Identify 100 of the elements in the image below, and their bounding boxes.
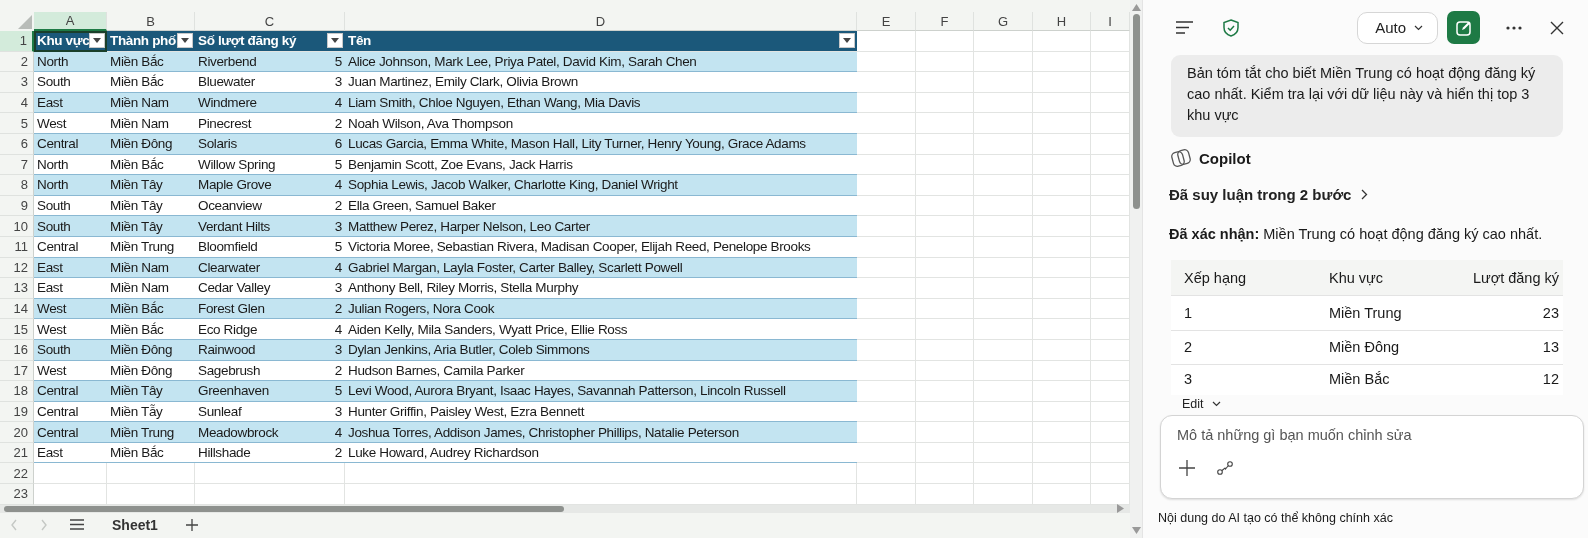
table-cell: Clearwater xyxy=(198,259,260,275)
horizontal-scrollbar-thumb[interactable] xyxy=(4,505,564,512)
reasoning-link[interactable]: Đã suy luận trong 2 bước xyxy=(1169,186,1369,203)
new-chat-button[interactable] xyxy=(1447,11,1480,44)
column-header[interactable]: D xyxy=(345,12,857,31)
message-input[interactable]: Mô tả những gì bạn muốn chỉnh sửa xyxy=(1177,420,1569,450)
more-options-icon[interactable] xyxy=(1506,25,1522,30)
table-cell: 5 xyxy=(334,53,342,69)
message-composer[interactable]: Mô tả những gì bạn muốn chỉnh sửa xyxy=(1160,415,1584,499)
copilot-logo-icon xyxy=(1171,148,1191,168)
table-cell: Miền Bắc xyxy=(110,156,164,172)
table-cell: Matthew Perez, Harper Nelson, Leo Carter xyxy=(348,218,590,234)
next-sheet-icon[interactable] xyxy=(40,518,48,531)
menu-icon[interactable] xyxy=(70,519,84,531)
table-cell: 4 xyxy=(334,424,342,440)
column-header[interactable]: C xyxy=(195,12,345,31)
table-cell: Alice Johnson, Mark Lee, Priya Patel, David Kim, Sarah Chen xyxy=(348,53,697,69)
sheet-tab[interactable]: Sheet1 xyxy=(106,514,164,535)
row-header[interactable]: 12 xyxy=(0,257,34,279)
filter-button[interactable] xyxy=(177,33,193,49)
table-cell: Miền Tây xyxy=(110,198,163,214)
mode-dropdown[interactable]: Auto xyxy=(1357,11,1438,44)
table-cell: South xyxy=(37,198,71,214)
row-header[interactable]: 9 xyxy=(0,195,34,217)
shield-check-icon[interactable] xyxy=(1223,18,1239,37)
row-header[interactable]: 8 xyxy=(0,175,34,196)
table-cell: Miền Tây xyxy=(110,218,163,234)
table-cell: Meadowbrock xyxy=(198,424,279,440)
close-icon[interactable] xyxy=(1550,20,1564,35)
row-header[interactable]: 17 xyxy=(0,360,34,382)
row-header[interactable]: 2 xyxy=(0,51,34,73)
table-cell: Lucas Garcia, Emma White, Mason Hall, Lity Turner, Henry Young, Grace Adams xyxy=(348,136,806,152)
chevron-right-icon xyxy=(1361,189,1369,200)
column-header[interactable]: A xyxy=(34,12,107,31)
table-cell: Victoria Moree, Sebastian Rivera, Madisan Cooper, Elijah Reed, Penelope Brooks xyxy=(348,239,811,255)
column-header: Lượt đăng ký xyxy=(1471,269,1559,286)
table-cell: Miền Tây xyxy=(110,383,163,399)
table-cell: 3 xyxy=(334,342,342,358)
add-icon[interactable] xyxy=(1179,460,1195,476)
row-header[interactable]: 22 xyxy=(0,463,34,485)
row-header[interactable]: 3 xyxy=(0,72,34,93)
table-cell: Pinecrest xyxy=(198,115,252,131)
row-header[interactable]: 4 xyxy=(0,92,34,114)
row-header[interactable]: 10 xyxy=(0,216,34,237)
table-cell: 3 xyxy=(334,280,342,296)
table-cell: Central xyxy=(37,239,79,255)
scroll-right-icon[interactable] xyxy=(1117,504,1124,514)
table-cell-text: 3 xyxy=(1184,371,1194,387)
edit-dropdown[interactable]: Edit xyxy=(1182,397,1221,411)
row-header[interactable]: 18 xyxy=(0,381,34,402)
row-header[interactable]: 15 xyxy=(0,319,34,340)
select-all-icon[interactable] xyxy=(18,15,32,29)
filter-button[interactable] xyxy=(839,33,855,49)
scroll-down-icon[interactable] xyxy=(1131,527,1141,534)
previous-sheet-icon[interactable] xyxy=(10,518,18,531)
row-header[interactable]: 7 xyxy=(0,154,34,176)
row-header[interactable]: 1 xyxy=(0,31,34,52)
table-cell: Gabriel Margan, Layla Foster, Carter Balley, Scarlett Powell xyxy=(348,259,683,275)
table-cell: Hillshade xyxy=(198,445,251,461)
table-cell: 2 xyxy=(334,301,342,316)
column-header[interactable]: E xyxy=(857,12,916,31)
table-cell: Miền Đông xyxy=(110,136,173,152)
filter-button[interactable] xyxy=(89,33,106,49)
table-cell: Central xyxy=(37,136,79,152)
filter-button[interactable] xyxy=(327,33,343,49)
column-header[interactable]: F xyxy=(916,12,974,31)
vertical-scrollbar-thumb[interactable] xyxy=(1132,14,1140,209)
row-header[interactable]: 19 xyxy=(0,401,34,423)
row-header[interactable]: 5 xyxy=(0,113,34,134)
row-header[interactable]: 11 xyxy=(0,236,34,258)
row-header[interactable]: 16 xyxy=(0,339,34,361)
table-cell: Liam Smith, Chloe Nguyen, Ethan Wang, Mia Davis xyxy=(348,95,641,111)
row-header[interactable]: 20 xyxy=(0,422,34,443)
table-cell: Miền Đông xyxy=(110,362,173,378)
link-icon[interactable] xyxy=(1217,461,1233,475)
column-header: Khu vực xyxy=(1329,269,1385,286)
row-header[interactable]: 21 xyxy=(0,442,34,464)
table-cell: 6 xyxy=(334,136,342,152)
menu-icon[interactable] xyxy=(1176,21,1193,34)
table-cell: 2 xyxy=(334,362,342,378)
row-header[interactable]: 23 xyxy=(0,484,34,505)
scroll-up-icon[interactable] xyxy=(1131,4,1141,11)
table-cell: 2 xyxy=(334,115,342,131)
table-cell: Central xyxy=(37,404,79,419)
column-header[interactable]: G xyxy=(974,12,1033,31)
table-cell: 3 xyxy=(334,218,342,234)
table-cell: Bluewater xyxy=(198,74,255,90)
table-cell: Central xyxy=(37,383,79,399)
table-cell: Miền Bắc xyxy=(110,445,164,461)
row-header[interactable]: 14 xyxy=(0,298,34,320)
column-header[interactable]: H xyxy=(1033,12,1091,31)
table-cell: Luke Howard, Audrey Richardson xyxy=(348,445,539,461)
add-sheet-icon[interactable] xyxy=(185,518,198,531)
row-header[interactable]: 6 xyxy=(0,133,34,155)
column-header[interactable]: B xyxy=(107,12,195,31)
column-header[interactable]: I xyxy=(1091,12,1130,31)
table-cell: 5 xyxy=(334,156,342,172)
row-header[interactable]: 13 xyxy=(0,278,34,299)
table-cell: 4 xyxy=(334,259,342,275)
table-cell: Miền Tẫy xyxy=(110,404,163,419)
